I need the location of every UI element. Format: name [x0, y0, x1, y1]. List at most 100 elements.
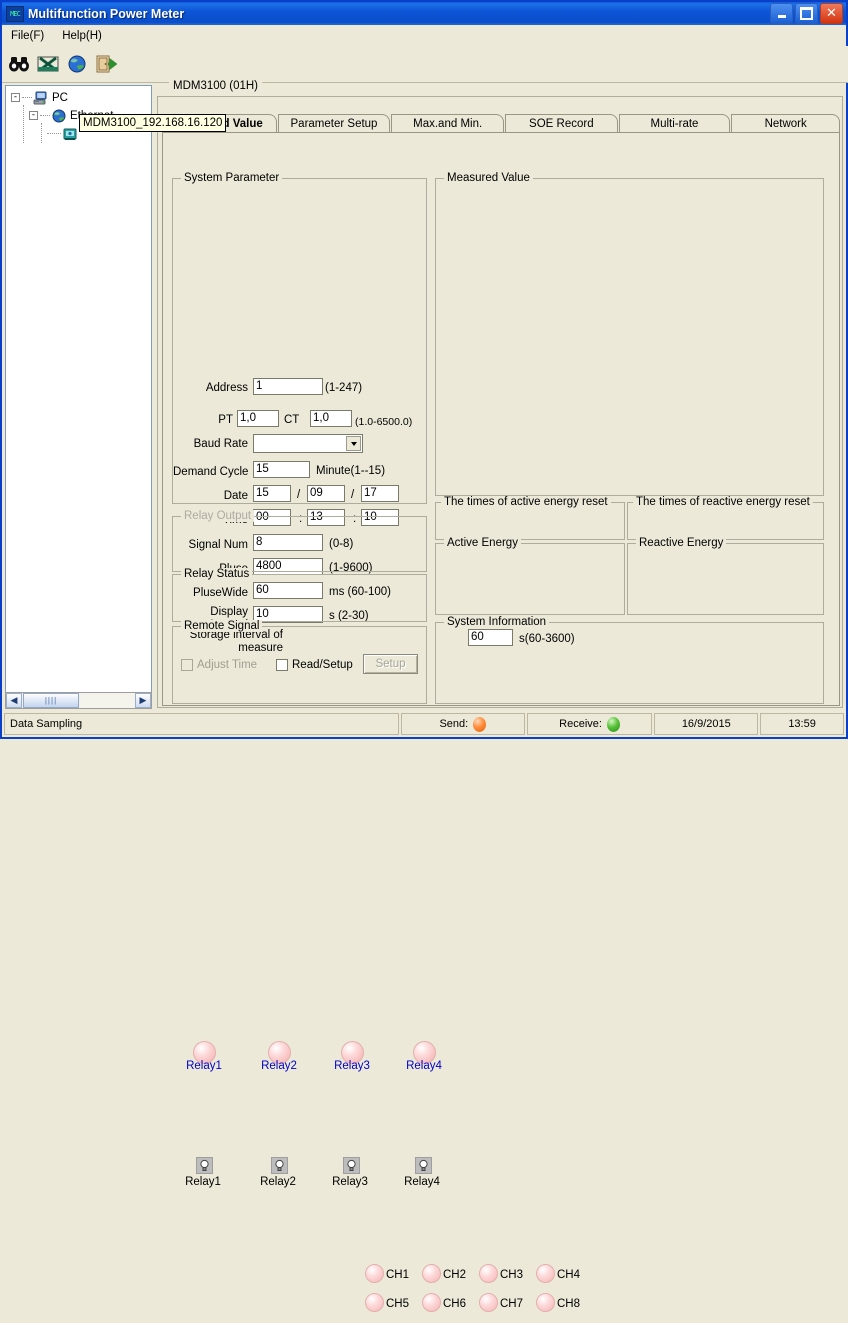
globe-network-icon: [66, 54, 88, 74]
system-information-group: System Information Voltage Range 220,0 V…: [435, 616, 824, 704]
measured-value-group: Measured Value Average L12 L23 L31 Line …: [435, 172, 824, 496]
window-title: Multifunction Power Meter: [28, 6, 185, 21]
date-day-input[interactable]: 17: [361, 485, 399, 502]
device-tooltip: MDM3100_192.168.16.120: [79, 114, 227, 132]
tab-multi-rate[interactable]: Multi-rate: [618, 114, 731, 133]
status-time: 13:59: [760, 713, 844, 735]
ct-label: CT: [284, 414, 300, 426]
tree-node-pc[interactable]: - PC: [11, 89, 68, 106]
remote-signal-lamp: [536, 1293, 555, 1312]
close-button[interactable]: ✕: [820, 3, 843, 24]
relay-status-lamp-icon: [343, 1157, 360, 1174]
baud-rate-select[interactable]: [253, 434, 363, 453]
toolbar-export-button[interactable]: [34, 50, 62, 78]
demand-cycle-input[interactable]: 15: [253, 461, 310, 478]
relay-status-lamp-icon: [196, 1157, 213, 1174]
tab-parameter-setup[interactable]: Parameter Setup: [277, 114, 391, 133]
menu-item-help[interactable]: Help(H): [53, 27, 111, 45]
reactive-energy-group: Reactive Energy Inductive 0,00 kvarh Cap…: [627, 537, 824, 615]
relay-output-title: Relay Output: [181, 510, 255, 522]
remote-signal-lamp: [479, 1264, 498, 1283]
relay-output-label: Relay1: [186, 1060, 222, 1072]
remote-signal-label: CH8: [557, 1298, 581, 1310]
reactive-energy-reset-title: The times of reactive energy reset: [633, 496, 813, 508]
reactive-energy-reset-group: The times of reactive energy reset TOL/I…: [627, 496, 824, 540]
tab-max-and-min[interactable]: Max.and Min.: [391, 114, 504, 133]
computer-icon: [33, 90, 49, 106]
scrollbar-thumb[interactable]: ||||: [23, 693, 79, 708]
remote-signal-label: CH1: [386, 1269, 410, 1281]
toolbar-search-button[interactable]: [5, 50, 33, 78]
remote-signal-lamp: [536, 1264, 555, 1283]
address-label: Address: [205, 382, 248, 394]
remote-signal-lamp: [365, 1264, 384, 1283]
minimize-button[interactable]: [770, 3, 793, 24]
system-information-title: System Information: [444, 616, 550, 628]
exit-door-icon: [95, 54, 117, 74]
send-indicator-cell: Send:: [401, 713, 525, 735]
relay-status-label: Relay4: [404, 1176, 440, 1188]
date-separator-1: /: [297, 489, 301, 501]
scroll-left-arrow-icon[interactable]: ◀: [6, 693, 22, 708]
toolbar-exit-button[interactable]: [92, 50, 120, 78]
measured-value-title: Measured Value: [444, 172, 533, 184]
ct-hint: (1.0-6500.0): [355, 416, 413, 428]
maximize-button[interactable]: [795, 3, 818, 24]
menu-bar: File(F) Help(H): [2, 25, 846, 47]
scroll-right-arrow-icon[interactable]: ▶: [135, 693, 151, 708]
status-text: Data Sampling: [4, 713, 399, 735]
pt-label: PT: [218, 414, 233, 426]
active-energy-reset-title: The times of active energy reset: [441, 496, 611, 508]
date-separator-2: /: [351, 489, 355, 501]
relay-output-label: Relay3: [334, 1060, 370, 1072]
expander-icon[interactable]: -: [29, 111, 38, 120]
title-bar: MEC Multifunction Power Meter ✕: [2, 2, 846, 25]
relay-output-label: Relay4: [406, 1060, 442, 1072]
demand-cycle-hint: Minute(1--15): [316, 465, 386, 477]
remote-signal-label: CH5: [386, 1298, 410, 1310]
remote-signal-label: CH3: [500, 1269, 524, 1281]
tab-network[interactable]: Network: [731, 114, 841, 133]
relay-status-group: Relay Status Relay1 Relay2 Relay3 Relay4: [172, 568, 440, 1188]
address-input[interactable]: 1: [253, 378, 323, 395]
tree-node-label: PC: [52, 91, 68, 104]
pt-input[interactable]: 1,0: [237, 410, 279, 427]
relay-output-label: Relay2: [261, 1060, 297, 1072]
excel-export-icon: [37, 54, 59, 74]
expander-icon[interactable]: -: [11, 93, 20, 102]
remote-signal-lamp: [422, 1293, 441, 1312]
toolbar-network-button[interactable]: [63, 50, 91, 78]
demand-cycle-label: Demand Cycle: [173, 466, 249, 478]
remote-signal-group: Remote Signal CH1 CH2 CH3 CH4 CH5 CH6 CH…: [172, 620, 580, 1312]
device-tree-panel[interactable]: - PC -: [5, 85, 152, 709]
scrollbar-track[interactable]: [80, 693, 135, 708]
chevron-down-icon[interactable]: [346, 436, 361, 451]
remote-signal-label: CH2: [443, 1269, 467, 1281]
globe-icon: [51, 108, 67, 124]
system-parameter-title: System Parameter: [181, 172, 283, 184]
date-month-input[interactable]: 09: [307, 485, 345, 502]
relay-status-label: Relay3: [332, 1176, 368, 1188]
system-parameter-group: System Parameter Address 1 (1-247) PT 1,…: [172, 172, 575, 674]
ct-input[interactable]: 1,0: [310, 410, 352, 427]
tree-horizontal-scrollbar[interactable]: ◀ |||| ▶: [5, 692, 152, 709]
remote-signal-label: CH4: [557, 1269, 581, 1281]
relay-status-label: Relay2: [260, 1176, 296, 1188]
menu-item-file[interactable]: File(F): [2, 27, 53, 45]
active-energy-title: Active Energy: [444, 537, 521, 549]
application-window: MEC Multifunction Power Meter ✕ File(F) …: [0, 0, 848, 1312]
baud-rate-label: Baud Rate: [193, 438, 248, 450]
status-bar: Data Sampling Send: Receive: 16/9/2015 1…: [4, 713, 844, 735]
date-year-input[interactable]: 15: [253, 485, 291, 502]
status-date: 16/9/2015: [654, 713, 759, 735]
relay-status-title: Relay Status: [181, 568, 253, 580]
tab-soe-record[interactable]: SOE Record: [505, 114, 618, 133]
receive-indicator-cell: Receive:: [526, 713, 653, 735]
active-energy-reset-group: The times of active energy reset TOL/POS…: [435, 496, 625, 540]
remote-signal-lamp: [365, 1293, 384, 1312]
remote-signal-lamp: [422, 1264, 441, 1283]
toolbar: [2, 46, 848, 83]
remote-signal-title: Remote Signal: [181, 620, 263, 632]
remote-signal-label: CH6: [443, 1298, 467, 1310]
send-label: Send:: [439, 718, 469, 730]
